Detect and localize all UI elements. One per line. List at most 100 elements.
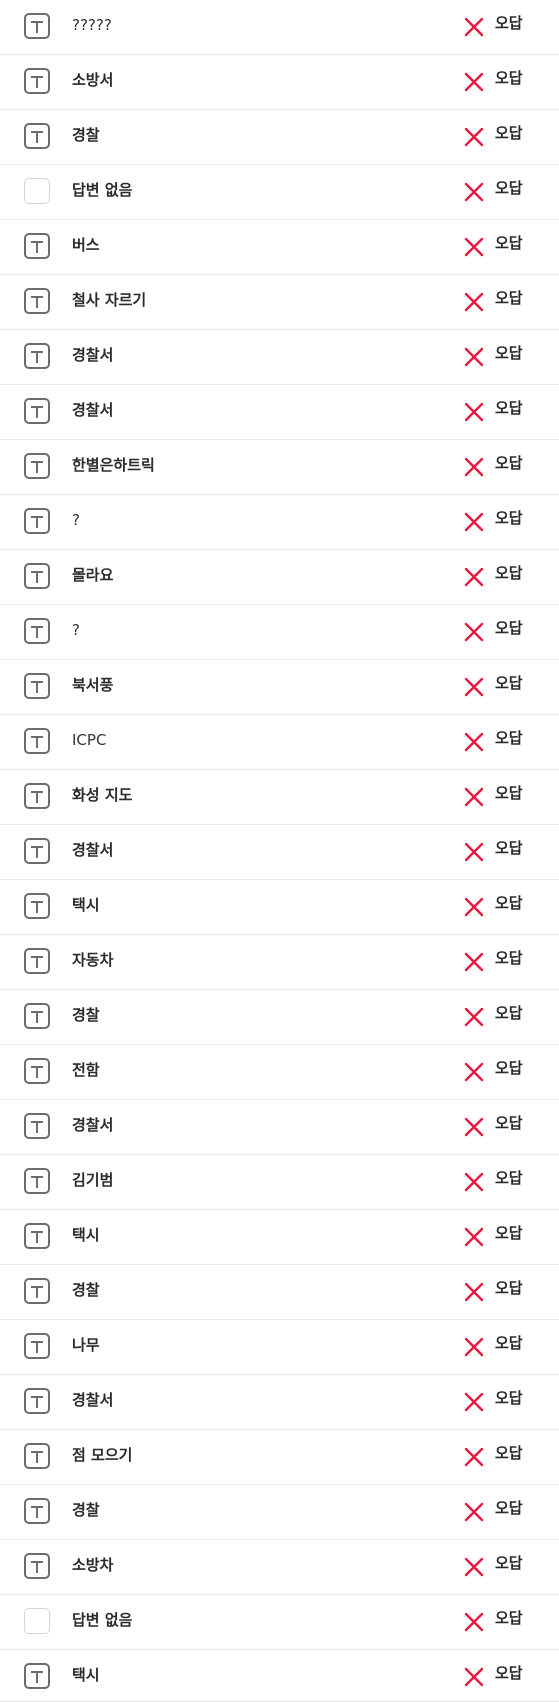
result-label: 오답: [495, 1169, 523, 1187]
text-type-icon: [24, 728, 50, 754]
x-mark-icon: [462, 1500, 486, 1524]
response-row[interactable]: ? 오답: [0, 495, 559, 550]
answer-text: 답변 없음: [72, 181, 133, 199]
answer-text: 전함: [72, 1061, 100, 1079]
response-row[interactable]: 전함 오답: [0, 1045, 559, 1100]
x-mark-icon: [462, 675, 486, 699]
response-row[interactable]: ? 오답: [0, 605, 559, 660]
response-row[interactable]: 경찰서 오답: [0, 385, 559, 440]
response-row[interactable]: 경찰 오답: [0, 1265, 559, 1320]
x-mark-icon: [462, 1005, 486, 1029]
text-type-icon: [24, 563, 50, 589]
answer-text: 택시: [72, 1226, 100, 1244]
answer-text: 나무: [72, 1336, 100, 1354]
response-row[interactable]: 경찰서 오답: [0, 825, 559, 880]
response-row[interactable]: ????? 오답: [0, 0, 559, 55]
text-type-icon: [24, 123, 50, 149]
result-label: 오답: [495, 949, 523, 967]
result-label: 오답: [495, 1609, 523, 1627]
x-mark-icon: [462, 950, 486, 974]
response-row[interactable]: 경찰 오답: [0, 1485, 559, 1540]
result-label: 오답: [495, 1499, 523, 1517]
x-mark-icon: [462, 290, 486, 314]
text-type-icon: [24, 288, 50, 314]
result-label: 오답: [495, 69, 523, 87]
response-row[interactable]: 화성 지도 오답: [0, 770, 559, 825]
x-mark-icon: [462, 15, 486, 39]
x-mark-icon: [462, 1665, 486, 1689]
x-mark-icon: [462, 785, 486, 809]
text-type-icon: [24, 948, 50, 974]
x-mark-icon: [462, 455, 486, 479]
text-type-icon: [24, 1663, 50, 1689]
response-row[interactable]: 철사 자르기 오답: [0, 275, 559, 330]
response-row[interactable]: 답변 없음 오답: [0, 1595, 559, 1650]
answer-text: 소방차: [72, 1556, 114, 1574]
x-mark-icon: [462, 1115, 486, 1139]
result-label: 오답: [495, 1444, 523, 1462]
answer-text: 경찰서: [72, 1391, 114, 1409]
answer-text: ?: [72, 621, 80, 639]
x-mark-icon: [462, 565, 486, 589]
x-mark-icon: [462, 70, 486, 94]
x-mark-icon: [462, 620, 486, 644]
response-row[interactable]: 택시 오답: [0, 880, 559, 935]
x-mark-icon: [462, 730, 486, 754]
result-label: 오답: [495, 1554, 523, 1572]
response-row[interactable]: ICPC 오답: [0, 715, 559, 770]
text-type-icon: [24, 893, 50, 919]
result-label: 오답: [495, 344, 523, 362]
answer-text: 화성 지도: [72, 786, 133, 804]
x-mark-icon: [462, 1060, 486, 1084]
response-row[interactable]: 소방서 오답: [0, 55, 559, 110]
x-mark-icon: [462, 1445, 486, 1469]
response-row[interactable]: 나무 오답: [0, 1320, 559, 1375]
answer-text: 택시: [72, 896, 100, 914]
response-row[interactable]: 경찰서 오답: [0, 330, 559, 385]
answer-text: 경찰서: [72, 1116, 114, 1134]
response-row[interactable]: 택시 오답: [0, 1210, 559, 1265]
response-row[interactable]: 한별은하트릭 오답: [0, 440, 559, 495]
x-mark-icon: [462, 400, 486, 424]
response-row[interactable]: 점 모으기 오답: [0, 1430, 559, 1485]
text-type-icon: [24, 508, 50, 534]
answer-text: 경찰: [72, 1006, 100, 1024]
x-mark-icon: [462, 895, 486, 919]
text-type-icon: [24, 1498, 50, 1524]
response-row[interactable]: 택시 오답: [0, 1650, 559, 1702]
answer-text: 자동차: [72, 951, 114, 969]
answer-text: 경찰: [72, 126, 100, 144]
response-row[interactable]: 자동차 오답: [0, 935, 559, 990]
response-row[interactable]: 경찰 오답: [0, 990, 559, 1045]
answer-text: 경찰서: [72, 401, 114, 419]
response-row[interactable]: 경찰서 오답: [0, 1100, 559, 1155]
response-row[interactable]: 답변 없음 오답: [0, 165, 559, 220]
answer-text: 김기범: [72, 1171, 114, 1189]
empty-checkbox-icon: [24, 1608, 50, 1634]
response-row[interactable]: 경찰 오답: [0, 110, 559, 165]
text-type-icon: [24, 1333, 50, 1359]
response-row[interactable]: 경찰서 오답: [0, 1375, 559, 1430]
answer-text: 경찰서: [72, 841, 114, 859]
result-label: 오답: [495, 784, 523, 802]
x-mark-icon: [462, 1335, 486, 1359]
answer-text: 점 모으기: [72, 1446, 133, 1464]
text-type-icon: [24, 1388, 50, 1414]
answer-text: 몰라요: [72, 566, 114, 584]
result-label: 오답: [495, 729, 523, 747]
x-mark-icon: [462, 1225, 486, 1249]
response-row[interactable]: 버스 오답: [0, 220, 559, 275]
response-row[interactable]: 김기범 오답: [0, 1155, 559, 1210]
answer-text: ?????: [72, 16, 112, 34]
response-row[interactable]: 북서풍 오답: [0, 660, 559, 715]
answer-text: 경찰서: [72, 346, 114, 364]
response-row[interactable]: 소방차 오답: [0, 1540, 559, 1595]
answer-text: 택시: [72, 1666, 100, 1684]
answer-text: 버스: [72, 236, 100, 254]
answer-text: 경찰: [72, 1281, 100, 1299]
text-type-icon: [24, 618, 50, 644]
response-row[interactable]: 몰라요 오답: [0, 550, 559, 605]
text-type-icon: [24, 1113, 50, 1139]
answer-text: 경찰: [72, 1501, 100, 1519]
answer-text: 한별은하트릭: [72, 456, 155, 474]
